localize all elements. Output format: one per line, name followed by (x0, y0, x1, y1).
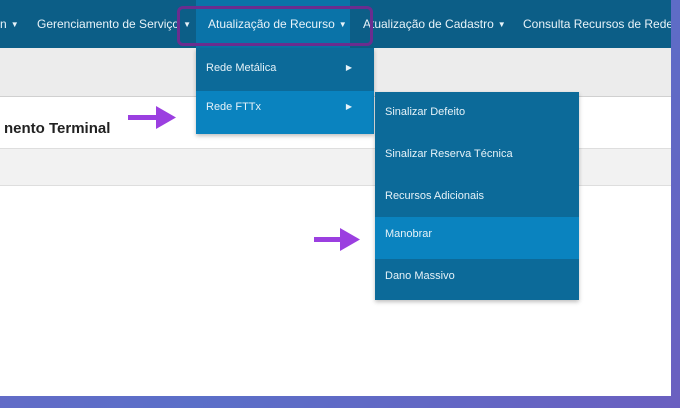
nav-item-consulta-recursos-rede[interactable]: Consulta Recursos de Rede (523, 0, 671, 48)
chevron-right-icon: ▶ (345, 102, 352, 111)
menu-item-label: Recursos Adicionais (385, 190, 485, 202)
page-title: nento Terminal (4, 120, 111, 137)
top-navbar: n ▼ Gerenciamento de Serviço ▼ Atualização… (0, 0, 671, 48)
menu-item-sinalizar-defeito[interactable]: Sinalizar Defeito (375, 92, 579, 133)
nav-item-label: Gerenciamento de Serviço (37, 17, 180, 31)
menu-item-recursos-adicionais[interactable]: Recursos Adicionais (375, 175, 579, 217)
right-arrow-icon (314, 228, 360, 251)
nav-item-label: Atualização de Cadastro (363, 17, 494, 31)
caret-down-icon: ▼ (10, 19, 19, 29)
nav-item-atualizacao-cadastro[interactable]: Atualização de Cadastro ▼ (363, 0, 506, 48)
submenu-rede-fttx: Sinalizar Defeito Sinalizar Reserva Técn… (375, 92, 579, 300)
menu-item-label: Sinalizar Reserva Técnica (385, 148, 513, 160)
menu-item-label: Sinalizar Defeito (385, 106, 466, 118)
menu-item-sinalizar-reserva-tecnica[interactable]: Sinalizar Reserva Técnica (375, 133, 579, 175)
nav-item-label: Atualização de Recurso (208, 17, 335, 31)
dropdown-menu-atualizacao-recurso: Rede Metálica ▶ Rede FTTx ▶ (196, 48, 374, 134)
menu-item-rede-fttx[interactable]: Rede FTTx ▶ (196, 91, 374, 134)
nav-item-label: n (0, 17, 7, 31)
nav-item-atualizacao-recurso[interactable]: Atualização de Recurso ▼ (196, 0, 350, 48)
caret-down-icon: ▼ (497, 19, 506, 29)
nav-item-label: Consulta Recursos de Rede (523, 17, 671, 31)
menu-item-manobrar[interactable]: Manobrar (375, 217, 579, 259)
menu-item-label: Rede FTTx (206, 101, 262, 113)
chevron-right-icon: ▶ (345, 63, 352, 72)
nav-item-gerenciamento-servico[interactable]: Gerenciamento de Serviço ▼ (37, 0, 191, 48)
menu-item-label: Dano Massivo (385, 270, 455, 282)
nav-item-partial[interactable]: n ▼ (0, 0, 19, 48)
caret-down-icon: ▼ (338, 19, 347, 29)
menu-item-rede-metalica[interactable]: Rede Metálica ▶ (196, 48, 374, 88)
menu-item-dano-massivo[interactable]: Dano Massivo (375, 259, 579, 300)
menu-item-label: Rede Metálica (206, 62, 277, 74)
right-arrow-icon (128, 106, 176, 129)
caret-down-icon: ▼ (183, 19, 191, 29)
app-window: n ▼ Gerenciamento de Serviço ▼ Atualização… (0, 0, 671, 396)
menu-item-label: Manobrar (385, 228, 433, 240)
